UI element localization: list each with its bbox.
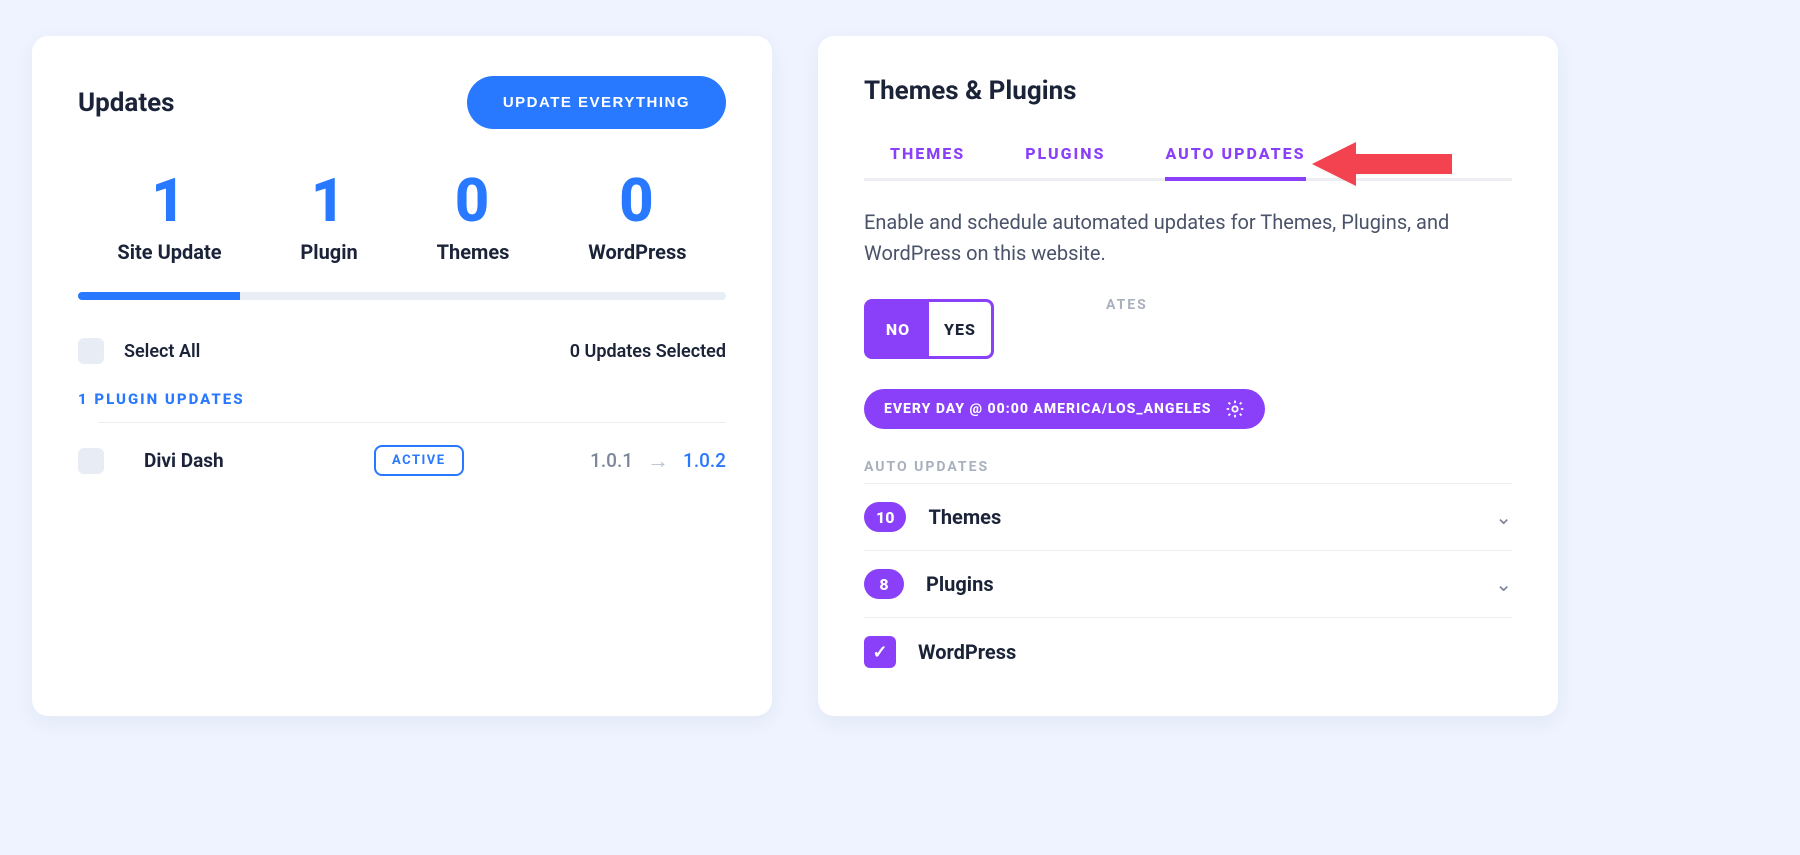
auto-updates-row-themes[interactable]: 10 Themes ⌄ [864, 483, 1512, 551]
callout-arrow-icon [1312, 136, 1452, 192]
plugin-row-checkbox[interactable] [78, 448, 104, 474]
status-badge: ACTIVE [374, 445, 464, 476]
stat-label: WordPress [588, 240, 686, 264]
row-label: Themes [928, 505, 1001, 529]
enable-auto-updates-toggle[interactable]: NO YES [864, 299, 994, 359]
updates-panel: Updates UPDATE EVERYTHING 1 Site Update … [32, 36, 772, 716]
themes-plugins-title: Themes & Plugins [864, 76, 1512, 106]
stat-themes[interactable]: 0 Themes [437, 165, 510, 264]
plugin-update-row: Divi Dash ACTIVE 1.0.1 → 1.0.2 [78, 445, 726, 476]
tab-auto-updates[interactable]: AUTO UPDATES [1165, 144, 1305, 181]
current-version: 1.0.1 [590, 449, 633, 472]
tab-plugins[interactable]: PLUGINS [1025, 144, 1105, 178]
stat-value: 1 [300, 165, 357, 236]
updates-title: Updates [78, 88, 175, 118]
new-version: 1.0.2 [683, 449, 726, 472]
toggle-no[interactable]: NO [867, 302, 929, 356]
themes-plugins-panel: Themes & Plugins THEMES PLUGINS AUTO UPD… [818, 36, 1558, 716]
auto-updates-row-wordpress[interactable]: ✓ WordPress [864, 618, 1512, 686]
count-pill: 10 [864, 502, 906, 532]
tab-themes[interactable]: THEMES [890, 144, 965, 178]
auto-updates-list: 10 Themes ⌄ 8 Plugins ⌄ ✓ WordPress [864, 483, 1512, 686]
stat-value: 0 [588, 165, 686, 236]
chevron-down-icon: ⌄ [1495, 505, 1512, 529]
update-everything-button[interactable]: UPDATE EVERYTHING [467, 76, 726, 129]
select-all-label: Select All [124, 341, 200, 362]
auto-updates-description: Enable and schedule automated updates fo… [864, 207, 1512, 269]
stat-label: Site Update [117, 240, 221, 264]
tabs: THEMES PLUGINS AUTO UPDATES [864, 144, 1512, 181]
check-icon[interactable]: ✓ [864, 636, 896, 668]
stats-row: 1 Site Update 1 Plugin 0 Themes 0 WordPr… [78, 165, 726, 264]
gear-icon[interactable] [1225, 399, 1245, 419]
updates-selected-count: 0 Updates Selected [570, 341, 726, 362]
row-label: WordPress [918, 640, 1016, 664]
updates-progress [78, 292, 726, 300]
chevron-down-icon: ⌄ [1495, 572, 1512, 596]
stat-label: Plugin [300, 240, 357, 264]
auto-updates-row-plugins[interactable]: 8 Plugins ⌄ [864, 551, 1512, 618]
stat-wordpress[interactable]: 0 WordPress [588, 165, 686, 264]
stat-value: 0 [437, 165, 510, 236]
schedule-pill[interactable]: EVERY DAY @ 00:00 AMERICA/LOS_ANGELES [864, 389, 1265, 429]
updates-progress-fill [78, 292, 240, 300]
plugin-name: Divi Dash [144, 449, 354, 472]
stat-label: Themes [437, 240, 510, 264]
section-caption-enable: ATES [996, 297, 1148, 313]
row-label: Plugins [926, 572, 994, 596]
select-all-checkbox[interactable] [78, 338, 104, 364]
toggle-yes[interactable]: YES [929, 302, 991, 356]
stat-site-update[interactable]: 1 Site Update [117, 165, 221, 264]
select-row: Select All 0 Updates Selected [78, 338, 726, 364]
stat-plugin[interactable]: 1 Plugin [300, 165, 357, 264]
updates-header: Updates UPDATE EVERYTHING [78, 76, 726, 129]
version-wrap: 1.0.1 → 1.0.2 [590, 448, 726, 474]
section-caption-auto-updates: AUTO UPDATES [864, 459, 1512, 475]
arrow-right-icon: → [647, 448, 669, 474]
divider [98, 422, 726, 423]
schedule-text: EVERY DAY @ 00:00 AMERICA/LOS_ANGELES [884, 401, 1211, 417]
plugin-updates-heading: 1 PLUGIN UPDATES [78, 390, 726, 408]
count-pill: 8 [864, 569, 904, 599]
stat-value: 1 [117, 165, 221, 236]
